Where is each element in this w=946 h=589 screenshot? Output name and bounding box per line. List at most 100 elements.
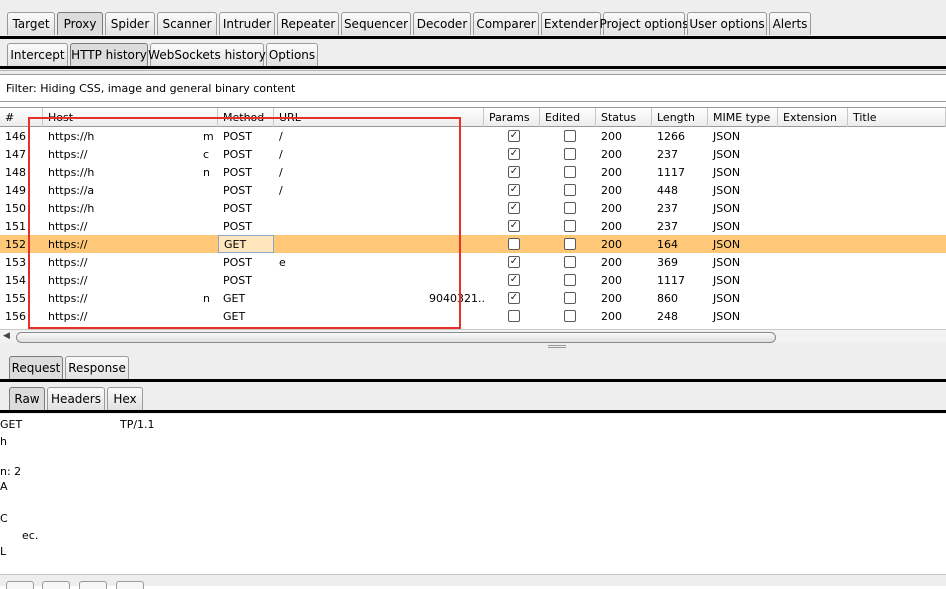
table-row[interactable]: 150 https://h POST ✓ 200 237 JSON — [0, 199, 946, 217]
column-header-extension[interactable]: Extension — [778, 108, 848, 127]
tab-intercept[interactable]: Intercept — [7, 43, 68, 66]
cell-mime-type: JSON — [713, 273, 741, 287]
cell-url: e — [279, 255, 286, 269]
table-row[interactable]: 147 https:// c POST / ✓ 200 237 JSON — [0, 145, 946, 163]
cell-method: GET — [218, 235, 274, 253]
cell-mime-type: JSON — [713, 237, 741, 251]
cell-host-tail — [198, 217, 218, 235]
cell-host: https:// — [48, 237, 88, 251]
raw-request-line: n: 2 — [0, 465, 22, 478]
column-header-number[interactable]: # — [0, 108, 43, 127]
tab-extender[interactable]: Extender — [541, 12, 601, 35]
cell-number: 150 — [5, 201, 26, 215]
table-row[interactable]: 148 https://h n POST / ✓ 200 1117 JSON — [0, 163, 946, 181]
cell-host-tail: n — [203, 165, 210, 179]
view-tab-underline — [0, 410, 946, 413]
tab-headers[interactable]: Headers — [47, 387, 105, 410]
splitter-grip-icon[interactable] — [548, 345, 566, 348]
toolbar-button[interactable] — [6, 581, 34, 589]
horizontal-scrollbar[interactable]: ◀ — [0, 329, 946, 344]
cell-number: 155 — [5, 291, 26, 305]
cell-url — [274, 199, 484, 217]
table-row[interactable]: 155 https:// n GET 9040321... ✓ 200 860 JSON — [0, 289, 946, 307]
cell-number: 153 — [5, 255, 26, 269]
cell-number: 154 — [5, 273, 26, 287]
raw-request-editor[interactable]: GET TP/1.1 h n: 2 A Cec. L — [0, 414, 946, 574]
toolbar-button[interactable] — [116, 581, 144, 589]
cell-host-tail — [198, 235, 218, 253]
cell-status: 200 — [601, 273, 622, 287]
tab-alerts[interactable]: Alerts — [769, 12, 811, 35]
cell-mime-type: JSON — [713, 291, 741, 305]
tab-proxy[interactable]: Proxy — [57, 12, 103, 35]
cell-status: 200 — [601, 255, 622, 269]
tab-sequencer[interactable]: Sequencer — [341, 12, 411, 35]
table-row[interactable]: 153 https:// POST e ✓ 200 369 JSON — [0, 253, 946, 271]
raw-request-line: A — [0, 480, 8, 493]
tab-comparer[interactable]: Comparer — [473, 12, 539, 35]
cell-url: / — [279, 147, 283, 161]
toolbar-button[interactable] — [79, 581, 107, 589]
table-row[interactable]: 146 https://h m POST / ✓ 200 1266 JSON — [0, 127, 946, 145]
edited-unchecked-icon — [564, 220, 576, 232]
scrollbar-thumb[interactable] — [16, 332, 776, 343]
tab-project-options[interactable]: Project options — [599, 12, 689, 35]
cell-status: 200 — [601, 201, 622, 215]
filter-text: Filter: Hiding CSS, image and general bi… — [6, 81, 296, 95]
pane-splitter[interactable] — [0, 343, 946, 351]
cell-method: POST — [223, 255, 252, 269]
table-row[interactable]: 152 https:// GET 200 164 JSON — [0, 235, 946, 253]
cell-length: 1266 — [657, 129, 685, 143]
cell-url — [274, 217, 484, 235]
column-header-length[interactable]: Length — [652, 108, 708, 127]
cell-method: GET — [223, 291, 246, 305]
table-header: # Host Method URL Params Edited Status Length MI… — [0, 108, 946, 127]
column-header-params[interactable]: Params — [484, 108, 540, 127]
cell-host: https:// — [48, 147, 88, 161]
detail-tab-underline — [0, 379, 946, 382]
tab-options[interactable]: Options — [266, 43, 318, 66]
tab-target[interactable]: Target — [7, 12, 55, 35]
column-header-status[interactable]: Status — [596, 108, 652, 127]
tab-decoder[interactable]: Decoder — [413, 12, 471, 35]
params-unchecked-icon — [508, 310, 520, 322]
tab-response[interactable]: Response — [65, 356, 129, 379]
cell-method: POST — [223, 201, 252, 215]
cell-method: POST — [223, 219, 252, 233]
table-row[interactable]: 149 https://a POST / ✓ 200 448 JSON — [0, 181, 946, 199]
cell-host-tail — [198, 253, 218, 271]
tab-http-history[interactable]: HTTP history — [70, 43, 148, 66]
cell-host: https:// — [48, 219, 88, 233]
cell-length: 369 — [657, 255, 678, 269]
tab-repeater[interactable]: Repeater — [277, 12, 339, 35]
toolbar-button[interactable] — [42, 581, 70, 589]
http-history-table: # Host Method URL Params Edited Status Length MI… — [0, 107, 946, 344]
column-header-edited[interactable]: Edited — [540, 108, 596, 127]
cell-url — [274, 235, 484, 253]
tab-spider[interactable]: Spider — [105, 12, 155, 35]
cell-mime-type: JSON — [713, 147, 741, 161]
tab-raw[interactable]: Raw — [9, 387, 45, 410]
tab-intruder[interactable]: Intruder — [219, 12, 275, 35]
cell-method: POST — [223, 147, 252, 161]
table-row[interactable]: 151 https:// POST ✓ 200 237 JSON — [0, 217, 946, 235]
column-header-title[interactable]: Title — [848, 108, 946, 127]
column-header-mime-type[interactable]: MIME type — [708, 108, 778, 127]
filter-bar[interactable]: Filter: Hiding CSS, image and general bi… — [0, 74, 946, 102]
cell-host: https:// — [48, 255, 88, 269]
table-row[interactable]: 156 https:// GET 200 248 JSON — [0, 307, 946, 325]
edited-unchecked-icon — [564, 166, 576, 178]
raw-request-line: L — [0, 545, 7, 558]
tab-hex[interactable]: Hex — [107, 387, 143, 410]
column-header-host[interactable]: Host — [43, 108, 218, 127]
tab-websockets-history[interactable]: WebSockets history — [148, 43, 266, 66]
tab-user-options[interactable]: User options — [687, 12, 767, 35]
cell-length: 237 — [657, 201, 678, 215]
tab-request[interactable]: Request — [9, 356, 63, 379]
column-header-url[interactable]: URL — [274, 108, 484, 127]
column-header-method[interactable]: Method — [218, 108, 274, 127]
scroll-left-arrow-icon[interactable]: ◀ — [3, 331, 10, 341]
cell-number: 146 — [5, 129, 26, 143]
table-row[interactable]: 154 https:// POST ✓ 200 1117 JSON — [0, 271, 946, 289]
tab-scanner[interactable]: Scanner — [157, 12, 217, 35]
